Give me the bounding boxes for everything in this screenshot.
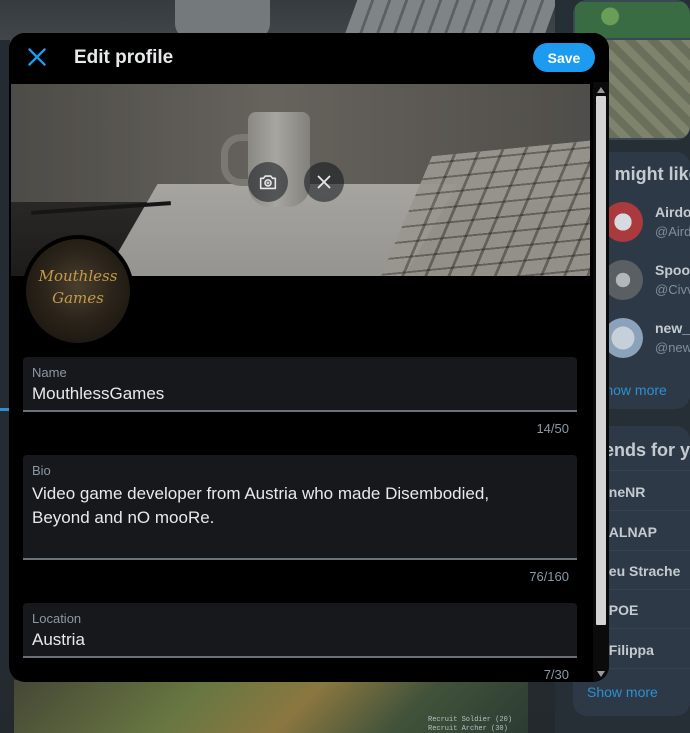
add-banner-photo-button[interactable] — [248, 162, 288, 202]
scroll-down-arrow-icon[interactable] — [597, 671, 605, 677]
modal-header: Edit profile Save — [9, 33, 609, 82]
avatar-logo-text: Games — [52, 289, 104, 307]
bio-label: Bio — [32, 463, 51, 478]
close-icon — [28, 48, 46, 66]
bio-field[interactable]: Bio Video game developer from Austria wh… — [23, 455, 577, 560]
modal-content: Mouthless Games Name MouthlessGames 14/5… — [9, 82, 593, 682]
edit-profile-modal: Edit profile Save Mouthless Games Name M… — [9, 33, 609, 682]
bio-input-line[interactable]: Beyond and nO mooRe. — [32, 506, 214, 530]
name-char-counter: 14/50 — [536, 421, 569, 436]
scrollbar-thumb[interactable] — [596, 96, 606, 625]
location-input[interactable]: Austria — [32, 628, 85, 652]
remove-banner-button[interactable] — [304, 162, 344, 202]
camera-plus-icon — [259, 175, 277, 190]
avatar-logo-text: Mouthless — [38, 267, 118, 285]
close-icon — [317, 175, 331, 189]
save-button[interactable]: Save — [533, 43, 595, 72]
modal-scrollbar[interactable] — [593, 82, 609, 682]
name-input[interactable]: MouthlessGames — [32, 382, 164, 406]
name-label: Name — [32, 365, 67, 380]
profile-avatar[interactable]: Mouthless Games — [22, 235, 134, 347]
location-field[interactable]: Location Austria — [23, 603, 577, 658]
scroll-up-arrow-icon[interactable] — [597, 87, 605, 93]
avatar-image: Mouthless Games — [26, 239, 130, 343]
modal-title: Edit profile — [74, 47, 174, 68]
close-button[interactable] — [24, 44, 50, 70]
name-field[interactable]: Name MouthlessGames — [23, 357, 577, 412]
bio-input-line[interactable]: Video game developer from Austria who ma… — [32, 482, 489, 506]
location-char-counter: 7/30 — [543, 667, 569, 682]
location-label: Location — [32, 611, 82, 626]
bio-char-counter: 76/160 — [529, 569, 569, 584]
